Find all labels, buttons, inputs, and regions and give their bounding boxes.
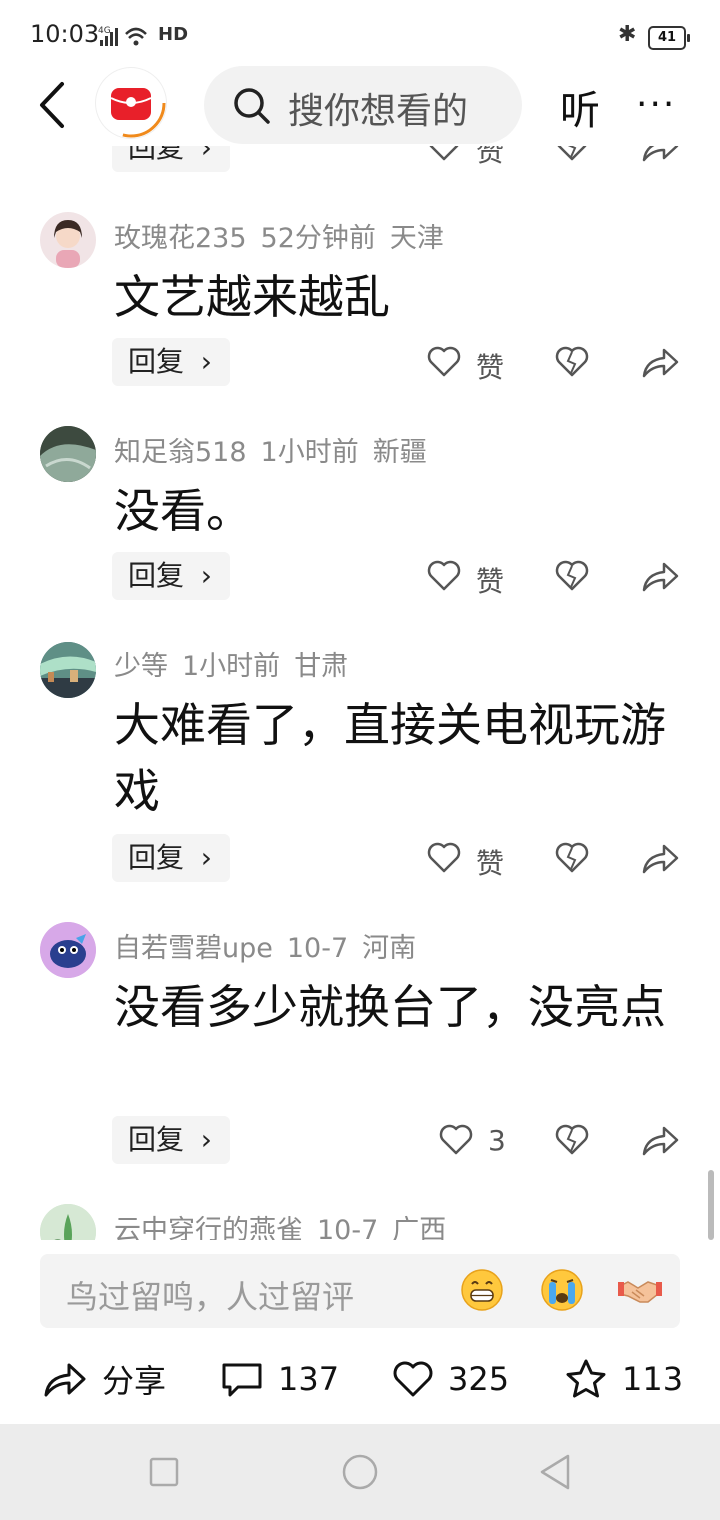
comment-input-placeholder: 鸟过留鸣，人过留评 (66, 1278, 355, 1316)
heart-icon[interactable] (426, 146, 462, 164)
heart-icon[interactable] (438, 1122, 474, 1158)
comment-text: 没看。 (114, 484, 252, 538)
comment-meta: 少等 1小时前 甘肃 (114, 644, 362, 683)
reply-button[interactable]: 回复 › (112, 834, 230, 882)
heart-icon[interactable] (426, 558, 462, 594)
like-label: 赞 (476, 847, 505, 880)
like-count: 3 (488, 1124, 506, 1157)
reply-button[interactable]: 回复 › (112, 146, 230, 172)
comment-meta: 自若雪碧upe 10-7 河南 (114, 926, 430, 965)
broken-heart-icon[interactable] (554, 146, 590, 164)
avatar[interactable] (40, 426, 96, 482)
more-button[interactable]: ··· (636, 84, 676, 125)
svg-text:4G: 4G (98, 26, 111, 36)
share-arrow-icon[interactable] (640, 146, 680, 164)
comment-location: 河南 (362, 933, 417, 964)
username[interactable]: 云中穿行的燕雀 (114, 1215, 303, 1240)
search-box[interactable]: 搜你想看的 (204, 66, 522, 144)
heart-icon[interactable] (426, 840, 462, 876)
share-label: 分享 (102, 1362, 167, 1400)
comment-list[interactable]: 回复 › 赞 玫瑰花235 52分钟前 天津 文艺越来越乱 回复 › 赞 知足翁518 1… (0, 146, 720, 1240)
crying-emoji-icon[interactable] (540, 1268, 584, 1312)
recent-apps-icon[interactable] (148, 1456, 180, 1488)
battery-indicator: 41 (648, 26, 690, 50)
comment-text: 没看多少就换台了，没亮点 (114, 980, 666, 1034)
share-button[interactable]: 分享 (42, 1344, 166, 1414)
avatar[interactable] (40, 642, 96, 698)
search-icon (234, 88, 270, 124)
reply-button[interactable]: 回复 › (112, 552, 230, 600)
app-logo-icon (96, 68, 166, 138)
like-count: 325 (448, 1360, 510, 1398)
comment-icon (222, 1363, 262, 1397)
like-count-button[interactable]: 325 (392, 1344, 509, 1414)
scrollbar[interactable] (708, 1170, 714, 1240)
signal-wifi-icon: 4G (98, 26, 147, 46)
bottom-action-bar: 分享 137 325 113 (0, 1344, 720, 1414)
avatar[interactable] (40, 1204, 96, 1240)
grin-emoji-icon[interactable] (460, 1268, 504, 1312)
comment-location: 广西 (392, 1215, 447, 1240)
comment-input[interactable]: 鸟过留鸣，人过留评 (40, 1254, 680, 1328)
back-arrow-icon[interactable] (34, 80, 74, 130)
share-arrow-icon[interactable] (640, 1122, 680, 1158)
broken-heart-icon[interactable] (554, 558, 590, 594)
share-arrow-icon[interactable] (640, 840, 680, 876)
username[interactable]: 知足翁518 (114, 437, 247, 468)
avatar[interactable] (40, 922, 96, 978)
username[interactable]: 玫瑰花235 (114, 223, 247, 254)
comment-meta: 玫瑰花235 52分钟前 天津 (114, 216, 458, 255)
avatar[interactable] (40, 212, 96, 268)
bluetooth-icon: ✱ (618, 22, 637, 47)
app-logo[interactable] (96, 68, 166, 138)
status-time: 10:03 (30, 20, 100, 48)
home-icon[interactable] (340, 1452, 380, 1492)
back-triangle-icon[interactable] (536, 1452, 576, 1492)
comment-location: 天津 (389, 223, 444, 254)
broken-heart-icon[interactable] (554, 344, 590, 380)
username[interactable]: 自若雪碧upe (114, 933, 273, 964)
like-label: 赞 (476, 146, 505, 168)
system-nav-bar (0, 1424, 720, 1520)
comment-meta: 云中穿行的燕雀 10-7 广西 (114, 1208, 460, 1240)
share-arrow-icon[interactable] (640, 344, 680, 380)
comment-time: 1小时前 (182, 651, 281, 682)
broken-heart-icon[interactable] (554, 840, 590, 876)
comment-time: 52分钟前 (260, 223, 376, 254)
listen-button[interactable]: 听 (560, 78, 600, 136)
comment-text: 大难看了，直接关电视玩游戏 (114, 698, 666, 818)
favorite-button[interactable]: 113 (564, 1344, 683, 1414)
comment-time: 1小时前 (260, 437, 359, 468)
share-arrow-icon (44, 1363, 86, 1397)
heart-icon (393, 1361, 433, 1397)
like-label: 赞 (476, 565, 505, 598)
broken-heart-icon[interactable] (554, 1122, 590, 1158)
star-icon (566, 1359, 606, 1398)
comment-count: 137 (278, 1360, 340, 1398)
heart-icon[interactable] (426, 344, 462, 380)
comment-time: 10-7 (317, 1215, 379, 1240)
comment-time: 10-7 (286, 933, 349, 964)
comment-location: 新疆 (372, 437, 427, 468)
comment-count-button[interactable]: 137 (220, 1344, 339, 1414)
handshake-emoji-icon[interactable] (618, 1268, 662, 1312)
like-label: 赞 (476, 351, 505, 384)
comment-text: 文艺越来越乱 (114, 270, 390, 324)
share-arrow-icon[interactable] (640, 558, 680, 594)
username[interactable]: 少等 (114, 651, 168, 682)
reply-button[interactable]: 回复 › (112, 1116, 230, 1164)
search-placeholder: 搜你想看的 (288, 91, 469, 132)
hd-indicator: HD (158, 24, 189, 45)
comment-location: 甘肃 (294, 651, 349, 682)
favorite-count: 113 (622, 1360, 684, 1398)
reply-button[interactable]: 回复 › (112, 338, 230, 386)
comment-meta: 知足翁518 1小时前 新疆 (114, 430, 441, 469)
